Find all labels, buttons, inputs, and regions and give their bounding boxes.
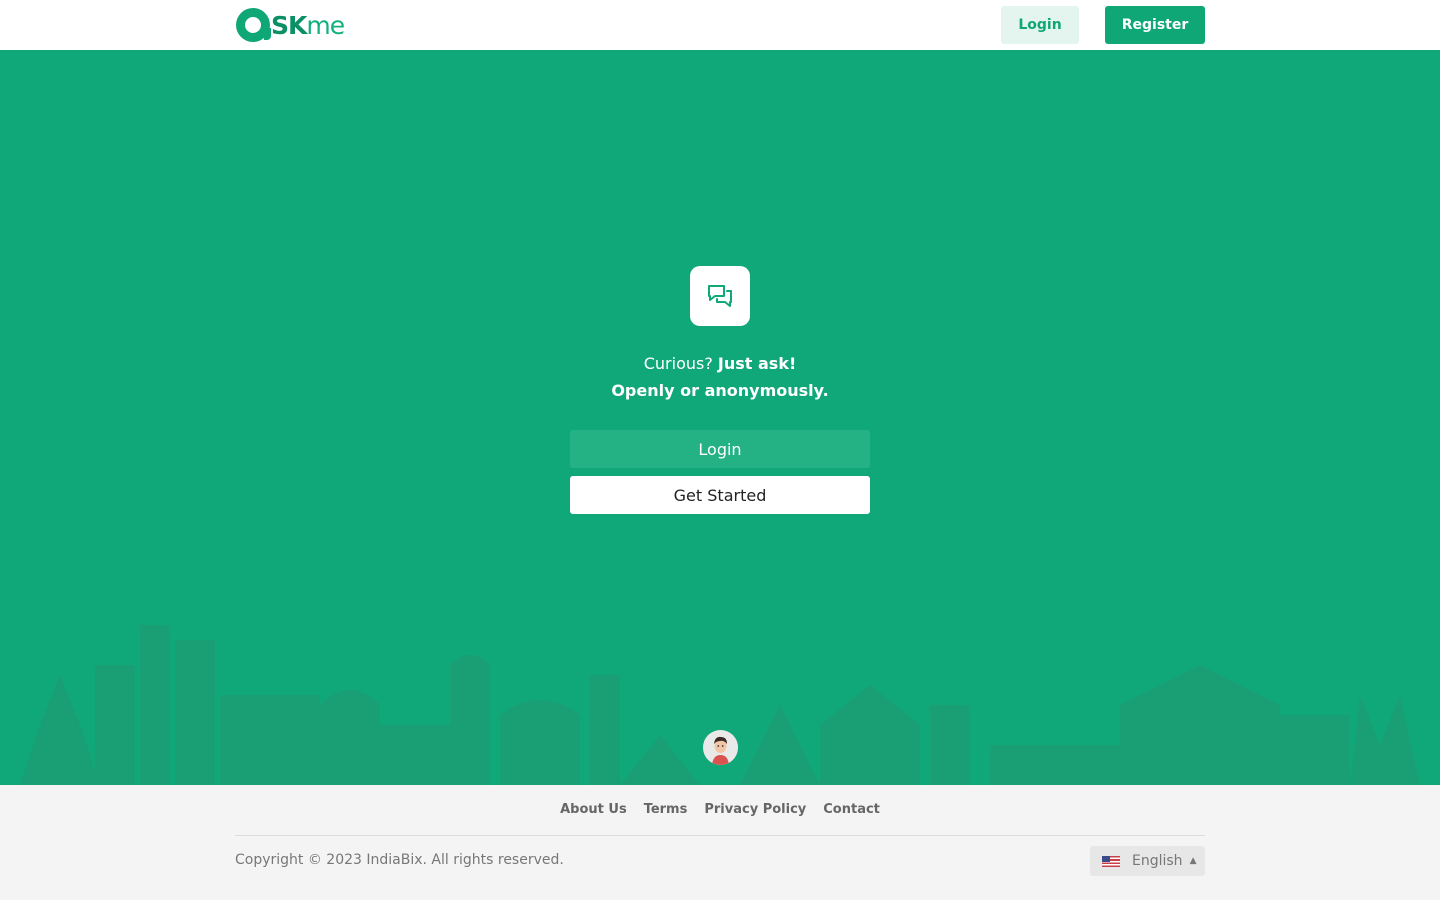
footer-links: About Us Terms Privacy Policy Contact — [0, 802, 1440, 817]
caret-up-icon: ▲ — [1189, 856, 1197, 866]
footer-divider — [235, 835, 1205, 836]
header-login-button[interactable]: Login — [1001, 6, 1079, 44]
hero-subtagline: Openly or anonymously. — [611, 381, 829, 400]
hero-login-button[interactable]: Login — [570, 430, 870, 468]
get-started-button[interactable]: Get Started — [570, 476, 870, 514]
logo-wordmark: SKme — [271, 10, 345, 40]
header-register-button[interactable]: Register — [1105, 6, 1205, 44]
askme-logo[interactable]: SKme — [236, 8, 345, 42]
footer-link-contact[interactable]: Contact — [823, 802, 880, 817]
mascot-avatar — [703, 730, 738, 765]
logo-a-mark — [236, 8, 271, 42]
copyright-text: Copyright © 2023 IndiaBix. All rights re… — [235, 852, 564, 868]
language-label: English — [1132, 853, 1183, 869]
us-flag-icon — [1102, 855, 1120, 867]
footer-link-privacy[interactable]: Privacy Policy — [704, 802, 806, 817]
top-navbar: SKme Login Register — [0, 0, 1440, 50]
language-selector[interactable]: English ▲ — [1090, 846, 1205, 876]
chat-bubbles-icon — [690, 266, 750, 326]
footer-link-about[interactable]: About Us — [560, 802, 627, 817]
footer: About Us Terms Privacy Policy Contact Co… — [0, 785, 1440, 900]
hero-section: Curious? Just ask! Openly or anonymously… — [0, 50, 1440, 785]
footer-link-terms[interactable]: Terms — [644, 802, 688, 817]
hero-tagline: Curious? Just ask! — [643, 354, 797, 373]
